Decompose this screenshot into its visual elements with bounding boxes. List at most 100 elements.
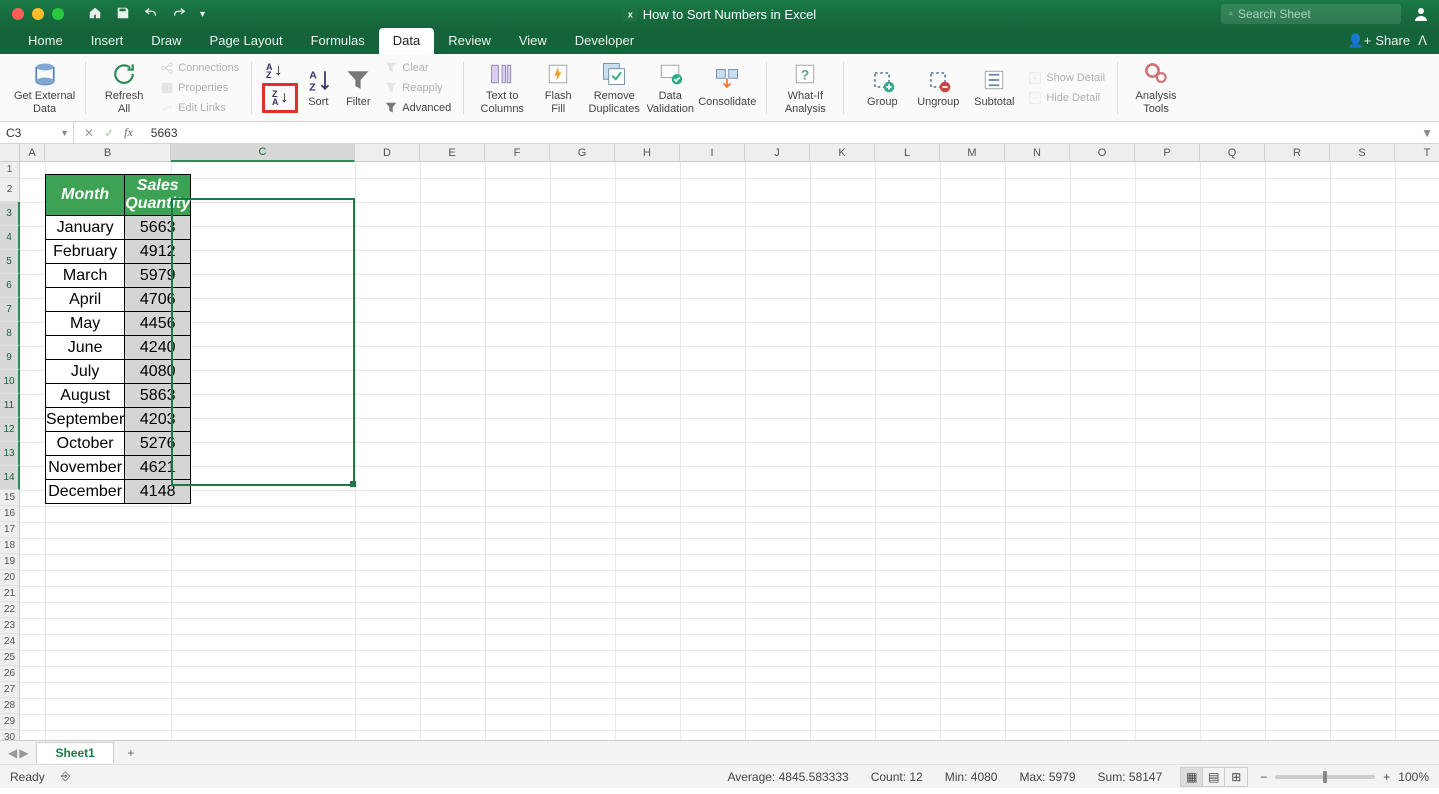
cell-month[interactable]: June (46, 336, 125, 360)
cell-value[interactable]: 5663 (125, 216, 191, 240)
cell-value[interactable]: 4706 (125, 288, 191, 312)
row-header-2[interactable]: 2 (0, 178, 20, 202)
row-header-14[interactable]: 14 (0, 466, 20, 490)
save-icon[interactable] (116, 6, 130, 23)
zoom-slider[interactable] (1275, 775, 1375, 779)
column-header-A[interactable]: A (20, 144, 45, 162)
cell-month[interactable]: January (46, 216, 125, 240)
cell-value[interactable]: 4456 (125, 312, 191, 336)
cell-value[interactable]: 5276 (125, 432, 191, 456)
fx-icon[interactable]: fx (124, 125, 133, 140)
row-header-3[interactable]: 3 (0, 202, 20, 226)
tab-home[interactable]: Home (14, 28, 77, 54)
text-to-columns-button[interactable]: Text to Columns (474, 60, 530, 115)
ungroup-button[interactable]: Ungroup (910, 66, 966, 109)
column-header-G[interactable]: G (550, 144, 615, 162)
share-button[interactable]: 👤+Share (1348, 33, 1410, 49)
sort-ascending-button[interactable]: AZ↓ (262, 62, 286, 80)
consolidate-button[interactable]: Consolidate (698, 66, 756, 109)
expand-formula-bar-icon[interactable]: ▼ (1421, 126, 1439, 140)
column-header-T[interactable]: T (1395, 144, 1439, 162)
zoom-in-button[interactable]: + (1383, 770, 1390, 784)
column-header-P[interactable]: P (1135, 144, 1200, 162)
search-sheet-input[interactable] (1238, 7, 1393, 21)
filter-button[interactable]: Filter (338, 66, 378, 109)
close-window-button[interactable] (12, 8, 24, 20)
sort-descending-button[interactable]: ZA↓ (262, 83, 298, 113)
row-header-9[interactable]: 9 (0, 346, 20, 370)
cell-value[interactable]: 4203 (125, 408, 191, 432)
cell-value[interactable]: 4621 (125, 456, 191, 480)
page-break-view-button[interactable]: ⊞ (1225, 768, 1247, 786)
row-header-18[interactable]: 18 (0, 538, 20, 554)
sort-button[interactable]: AZ Sort (298, 66, 338, 109)
cell-value[interactable]: 5863 (125, 384, 191, 408)
row-header-20[interactable]: 20 (0, 570, 20, 586)
home-icon[interactable] (88, 6, 102, 23)
tab-data[interactable]: Data (379, 28, 434, 54)
column-header-H[interactable]: H (615, 144, 680, 162)
macro-record-icon[interactable]: ⎆ (61, 769, 71, 784)
zoom-level[interactable]: 100% (1398, 770, 1429, 784)
account-icon[interactable] (1413, 6, 1429, 22)
maximize-window-button[interactable] (52, 8, 64, 20)
minimize-window-button[interactable] (32, 8, 44, 20)
cell-value[interactable]: 4080 (125, 360, 191, 384)
column-header-J[interactable]: J (745, 144, 810, 162)
data-validation-button[interactable]: Data Validation (642, 60, 698, 115)
confirm-formula-icon[interactable]: ✓ (104, 126, 114, 140)
row-header-5[interactable]: 5 (0, 250, 20, 274)
row-header-4[interactable]: 4 (0, 226, 20, 250)
column-header-B[interactable]: B (45, 144, 171, 162)
redo-icon[interactable] (172, 6, 186, 23)
row-header-27[interactable]: 27 (0, 682, 20, 698)
row-header-19[interactable]: 19 (0, 554, 20, 570)
refresh-all-button[interactable]: Refresh All (96, 60, 152, 115)
row-header-8[interactable]: 8 (0, 322, 20, 346)
zoom-out-button[interactable]: − (1260, 770, 1267, 784)
normal-view-button[interactable]: ▦ (1181, 768, 1203, 786)
collapse-ribbon-icon[interactable]: ᐱ (1418, 33, 1427, 49)
qat-dropdown-icon[interactable]: ▾ (200, 9, 205, 20)
cell-value[interactable]: 4912 (125, 240, 191, 264)
undo-icon[interactable] (144, 6, 158, 23)
sheet-nav-prev-icon[interactable]: ◀ (8, 746, 17, 760)
cell-value[interactable]: 4240 (125, 336, 191, 360)
name-box[interactable]: C3▼ (0, 122, 74, 143)
row-header-24[interactable]: 24 (0, 634, 20, 650)
column-header-R[interactable]: R (1265, 144, 1330, 162)
row-header-16[interactable]: 16 (0, 506, 20, 522)
column-header-S[interactable]: S (1330, 144, 1395, 162)
row-header-30[interactable]: 30 (0, 730, 20, 740)
cell-month[interactable]: July (46, 360, 125, 384)
cell-month[interactable]: October (46, 432, 125, 456)
cell-month[interactable]: September (46, 408, 125, 432)
cell-value[interactable]: 5979 (125, 264, 191, 288)
analysis-tools-button[interactable]: Analysis Tools (1128, 60, 1184, 115)
header-month[interactable]: Month (46, 175, 125, 216)
tab-review[interactable]: Review (434, 28, 505, 54)
cancel-formula-icon[interactable]: ✕ (84, 126, 94, 140)
column-header-N[interactable]: N (1005, 144, 1070, 162)
tab-formulas[interactable]: Formulas (297, 28, 379, 54)
connections-button[interactable]: Connections (158, 59, 241, 77)
whatif-analysis-button[interactable]: ?What-If Analysis (777, 60, 833, 115)
column-header-Q[interactable]: Q (1200, 144, 1265, 162)
row-header-1[interactable]: 1 (0, 162, 20, 178)
column-header-L[interactable]: L (875, 144, 940, 162)
sheet-tab-sheet1[interactable]: Sheet1 (36, 742, 113, 763)
sheet-nav-next-icon[interactable]: ▶ (19, 746, 28, 760)
tab-draw[interactable]: Draw (137, 28, 195, 54)
cell-month[interactable]: March (46, 264, 125, 288)
add-sheet-button[interactable]: + (120, 742, 142, 764)
formula-input[interactable]: 5663 (143, 126, 178, 140)
row-header-6[interactable]: 6 (0, 274, 20, 298)
header-sales-quantity[interactable]: Sales Quantity (125, 175, 191, 216)
subtotal-button[interactable]: Subtotal (966, 66, 1022, 109)
row-header-26[interactable]: 26 (0, 666, 20, 682)
spreadsheet-grid[interactable]: ABCDEFGHIJKLMNOPQRST 1234567891011121314… (0, 144, 1439, 740)
row-header-12[interactable]: 12 (0, 418, 20, 442)
row-header-21[interactable]: 21 (0, 586, 20, 602)
cell-month[interactable]: February (46, 240, 125, 264)
flash-fill-button[interactable]: Flash Fill (530, 60, 586, 115)
